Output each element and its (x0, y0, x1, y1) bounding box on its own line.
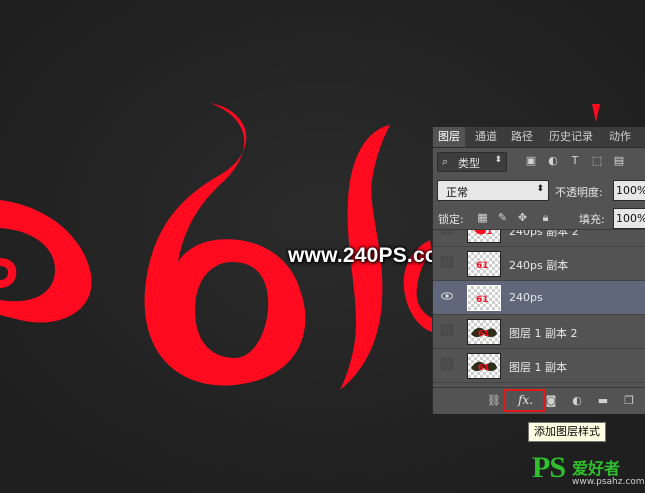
layer-row[interactable]: 61 240ps 副本 (433, 247, 645, 281)
layer-thumbnail: 61 (467, 319, 501, 345)
layer-list: 61 240ps 副本 2 61 240ps 副本 61 240ps 61 图层… (433, 230, 645, 387)
logo-cn: 爱好者 (572, 459, 621, 478)
folder-icon[interactable]: ▬ (596, 394, 610, 408)
layer-thumbnail: 61 (467, 230, 501, 243)
tooltip: 添加图层样式 (528, 422, 606, 442)
visibility-toggle[interactable] (441, 230, 453, 234)
blend-row: 正常 ⬍ 不透明度: 100% (433, 179, 645, 203)
thumbnail-image: 61 (476, 295, 489, 305)
layer-thumbnail: 61 (467, 353, 501, 379)
visibility-toggle[interactable] (441, 324, 453, 336)
svg-text:61: 61 (476, 261, 489, 271)
smartobject-filter-icon[interactable]: ▤ (613, 155, 625, 167)
lock-transparency-icon[interactable]: ▦ (476, 211, 489, 224)
fill-label: 填充: (579, 213, 605, 226)
shape-filter-icon[interactable]: ⬚ (591, 155, 603, 167)
tab-layers[interactable]: 图层 (433, 127, 465, 147)
opacity-value: 100% (616, 184, 645, 197)
mask-icon[interactable]: ◙ (544, 394, 558, 408)
tab-actions[interactable]: 动作 (609, 127, 631, 147)
layer-row[interactable]: 61 图层 1 副本 2 (433, 315, 645, 349)
visibility-toggle[interactable] (441, 256, 453, 268)
type-filter-icon[interactable]: T (569, 155, 581, 167)
layer-row[interactable]: 61 240ps 副本 2 (433, 230, 645, 247)
logo-ps: PS (532, 451, 566, 484)
thumbnail-image: 61 (476, 261, 489, 271)
svg-text:61: 61 (480, 230, 493, 237)
filter-kind-select[interactable]: ⌕ 类型 ⬍ (437, 152, 507, 172)
lock-row: 锁定: ▦ ✎ ✥ 🔒︎ 填充: 100% (433, 207, 645, 230)
layer-thumbnail: 61 (467, 251, 501, 277)
layer-name: 图层 1 副本 (509, 361, 567, 374)
visibility-toggle[interactable] (441, 358, 453, 370)
lock-position-icon[interactable]: ✥ (516, 211, 529, 224)
filter-row: ⌕ 类型 ⬍ ▣ ◐ T ⬚ ▤ (433, 148, 645, 176)
blend-mode-select[interactable]: 正常 ⬍ (437, 180, 549, 201)
layer-name: 240ps 副本 2 (509, 230, 579, 238)
thumbnail-image: 61 (471, 361, 497, 372)
opacity-label: 不透明度: (555, 186, 603, 199)
layer-thumbnail: 61 (467, 285, 501, 311)
blend-mode-label: 正常 (446, 186, 468, 199)
search-icon: ⌕ (442, 155, 449, 168)
tab-history[interactable]: 历史记录 (549, 127, 593, 147)
lock-all-icon[interactable]: 🔒︎ (539, 211, 552, 224)
thumbnail-image: 61 (474, 230, 493, 237)
thumbnail-image: 61 (471, 327, 497, 338)
fx-icon[interactable]: fx. (518, 393, 533, 407)
adjustment-filter-icon[interactable]: ◐ (547, 155, 559, 167)
link-icon[interactable]: ⛓ (487, 394, 501, 408)
lock-label: 锁定: (438, 213, 464, 226)
svg-text:61: 61 (478, 363, 490, 372)
panel-footer: ⛓ fx. ◙ ◐ ▬ ❐ (433, 387, 645, 414)
fill-field[interactable]: 100% (613, 208, 645, 229)
filter-kind-label: 类型 (458, 157, 480, 170)
svg-text:61: 61 (478, 329, 490, 338)
layer-row[interactable]: 61 图层 1 副本 (433, 349, 645, 383)
new-layer-icon[interactable]: ❐ (622, 394, 636, 408)
image-filter-icon[interactable]: ▣ (525, 155, 537, 167)
layer-row-selected[interactable]: 61 240ps (433, 281, 645, 315)
layer-name: 图层 1 副本 2 (509, 327, 578, 340)
layers-panel: 图层 通道 路径 历史记录 动作 ⌕ 类型 ⬍ ▣ ◐ T ⬚ ▤ 正常 ⬍ 不… (432, 127, 645, 414)
opacity-field[interactable]: 100% (613, 180, 645, 201)
lock-pixels-icon[interactable]: ✎ (496, 211, 509, 224)
panel-tabs: 图层 通道 路径 历史记录 动作 (433, 127, 645, 148)
updown-arrow-icon: ⬍ (494, 155, 502, 165)
logo-url: www.psahz.com (572, 477, 645, 487)
tab-channels[interactable]: 通道 (475, 127, 497, 147)
fill-value: 100% (616, 212, 645, 225)
tab-paths[interactable]: 路径 (511, 127, 533, 147)
updown-arrow-icon: ⬍ (536, 184, 544, 194)
svg-text:61: 61 (476, 295, 489, 305)
layer-name: 240ps 副本 (509, 259, 569, 272)
adjustment-icon[interactable]: ◐ (570, 394, 584, 408)
eye-glyph (441, 292, 453, 300)
eye-icon[interactable] (441, 290, 453, 302)
layer-name: 240ps (509, 291, 543, 304)
site-logo: PS 爱好者 www.psahz.com (532, 451, 645, 489)
